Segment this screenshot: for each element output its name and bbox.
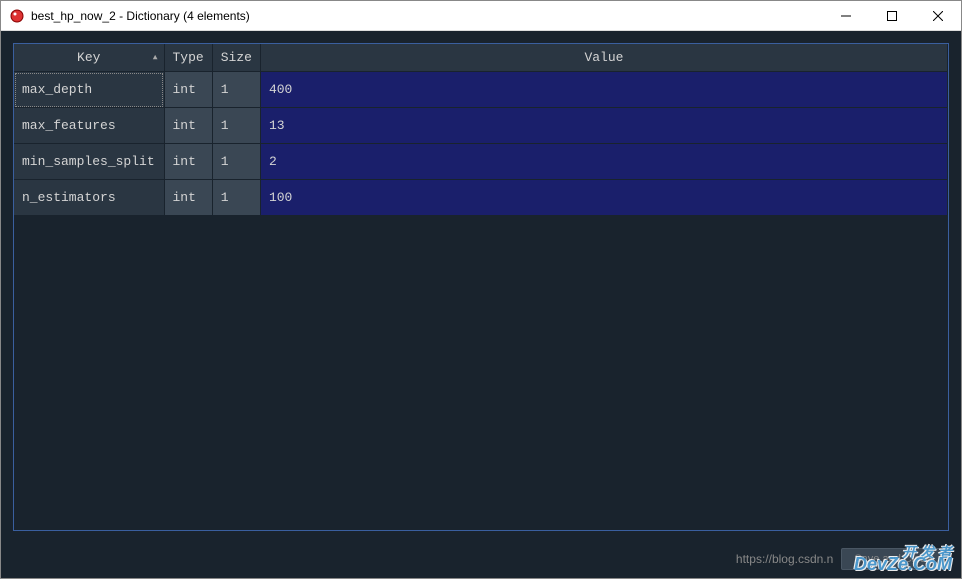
value-cell[interactable]: 2: [260, 144, 947, 180]
content-area: Key ▲ Type Size Value max_depthint1400ma…: [1, 31, 961, 578]
maximize-button[interactable]: [869, 1, 915, 30]
table-row[interactable]: max_featuresint113: [14, 108, 948, 144]
minimize-button[interactable]: [823, 1, 869, 30]
sort-asc-icon: ▲: [153, 53, 158, 62]
type-cell[interactable]: int: [164, 72, 212, 108]
window-title: best_hp_now_2 - Dictionary (4 elements): [31, 9, 823, 23]
dictionary-table: Key ▲ Type Size Value max_depthint1400ma…: [14, 44, 948, 216]
size-cell[interactable]: 1: [212, 108, 260, 144]
close-button[interactable]: [915, 1, 961, 30]
app-window: best_hp_now_2 - Dictionary (4 elements) …: [0, 0, 962, 579]
column-header-type[interactable]: Type: [164, 44, 212, 72]
column-header-size[interactable]: Size: [212, 44, 260, 72]
size-cell[interactable]: 1: [212, 180, 260, 216]
window-controls: [823, 1, 961, 30]
type-cell[interactable]: int: [164, 180, 212, 216]
size-cell[interactable]: 1: [212, 72, 260, 108]
key-cell[interactable]: n_estimators: [14, 180, 164, 216]
save-and-close-button[interactable]: Save and Close: [841, 548, 945, 570]
key-cell[interactable]: max_features: [14, 108, 164, 144]
type-cell[interactable]: int: [164, 144, 212, 180]
titlebar[interactable]: best_hp_now_2 - Dictionary (4 elements): [1, 1, 961, 31]
table-row[interactable]: n_estimatorsint1100: [14, 180, 948, 216]
type-cell[interactable]: int: [164, 108, 212, 144]
value-cell[interactable]: 100: [260, 180, 947, 216]
size-cell[interactable]: 1: [212, 144, 260, 180]
column-header-key[interactable]: Key ▲: [14, 44, 164, 72]
variable-explorer-panel: Key ▲ Type Size Value max_depthint1400ma…: [13, 43, 949, 531]
app-icon: [9, 8, 25, 24]
key-cell[interactable]: max_depth: [14, 72, 164, 108]
value-cell[interactable]: 13: [260, 108, 947, 144]
column-header-key-label: Key: [77, 50, 100, 65]
table-row[interactable]: min_samples_splitint12: [14, 144, 948, 180]
footer: https://blog.csdn.n Save and Close: [736, 548, 945, 570]
key-cell[interactable]: min_samples_split: [14, 144, 164, 180]
footer-url: https://blog.csdn.n: [736, 552, 833, 566]
value-cell[interactable]: 400: [260, 72, 947, 108]
table-row[interactable]: max_depthint1400: [14, 72, 948, 108]
column-header-value[interactable]: Value: [260, 44, 947, 72]
